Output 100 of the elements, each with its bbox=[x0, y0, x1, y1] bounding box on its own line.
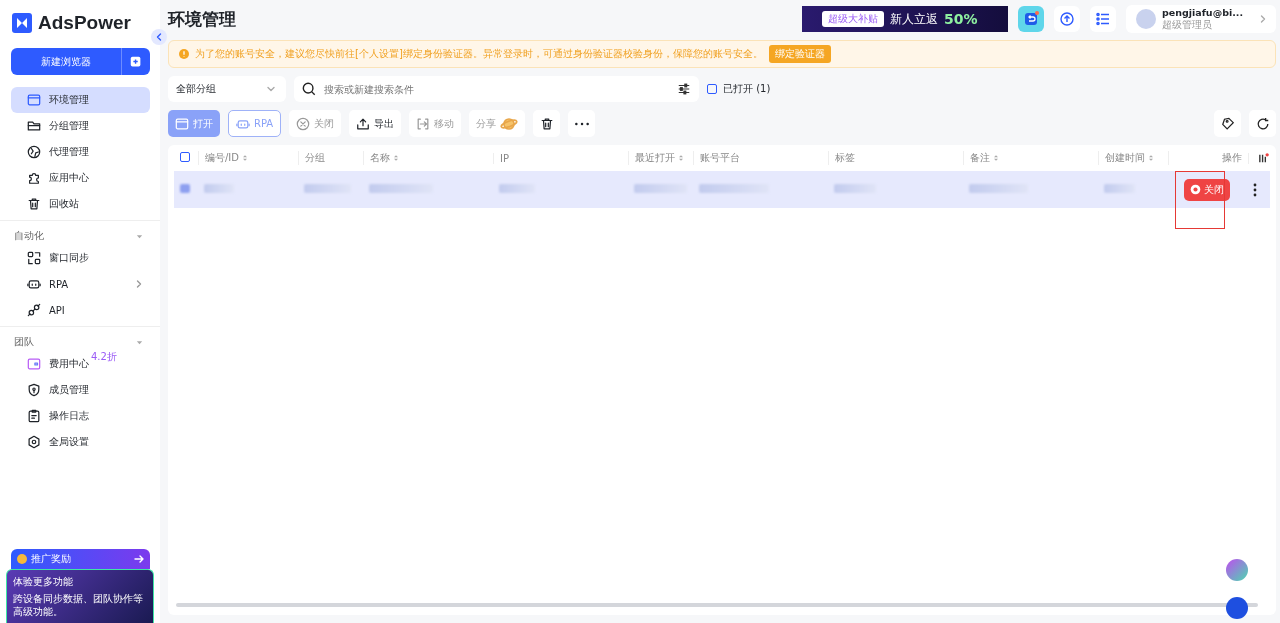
alert-text: 为了您的账号安全，建议您尽快前往[个人设置]绑定身份验证器。异常登录时，可通过身份验证器校验身份，保障您的账号安全。 bbox=[195, 47, 763, 61]
user-name: pengjiafu@bi... bbox=[1162, 7, 1243, 19]
trash-icon bbox=[27, 197, 41, 211]
column-header[interactable]: 创建时间 bbox=[1105, 151, 1155, 165]
redacted-block bbox=[204, 184, 234, 193]
arrow-right-icon bbox=[134, 554, 144, 564]
search-field[interactable]: 搜索或新建搜索条件 bbox=[322, 82, 671, 96]
clipboard-icon bbox=[27, 409, 41, 423]
filter-sliders-icon[interactable] bbox=[677, 82, 691, 96]
sort-icon bbox=[677, 154, 685, 162]
plug-icon bbox=[27, 303, 41, 317]
opened-only-checkbox[interactable]: 已打开 (1) bbox=[707, 82, 771, 96]
chevron-left-icon bbox=[154, 32, 164, 42]
column-settings-icon[interactable] bbox=[1258, 152, 1269, 164]
nav-item[interactable]: 代理管理 bbox=[11, 139, 150, 165]
nav-item[interactable]: API bbox=[11, 297, 150, 323]
refresh-button[interactable] bbox=[1249, 110, 1276, 137]
nav-item[interactable]: 窗口同步 bbox=[11, 245, 150, 271]
promo-title: 推广奖励 bbox=[31, 552, 71, 566]
promo-card-text: 跨设备同步数据、团队协作等高级功能。 bbox=[13, 592, 144, 618]
discount-label: 4.2折 bbox=[91, 351, 117, 363]
chevron-right-icon bbox=[1258, 14, 1268, 24]
nav-item[interactable]: 分组管理 bbox=[11, 113, 150, 139]
column-header[interactable]: 编号/ID bbox=[205, 151, 250, 165]
chevron-down-icon bbox=[266, 84, 276, 94]
redacted-block bbox=[369, 184, 433, 193]
close-browser-button[interactable]: 关闭 bbox=[1184, 178, 1230, 201]
nav-item[interactable]: 回收站 bbox=[11, 191, 150, 217]
logo-text: AdsPower bbox=[38, 12, 131, 34]
delete-button[interactable] bbox=[533, 110, 561, 137]
promo-card-title: 体验更多功能 bbox=[13, 575, 74, 589]
redacted-block bbox=[834, 184, 876, 193]
more-vertical-icon[interactable] bbox=[1253, 182, 1257, 197]
select-all-checkbox[interactable] bbox=[180, 152, 190, 162]
sort-icon bbox=[1147, 154, 1155, 162]
chevron-right-icon bbox=[134, 279, 144, 289]
discount-fab-button[interactable] bbox=[1226, 559, 1248, 581]
redacted-block bbox=[634, 184, 687, 193]
group-select[interactable]: 全部分组 bbox=[168, 76, 286, 102]
avatar-icon bbox=[1136, 9, 1156, 29]
promo-card[interactable]: 体验更多功能 跨设备同步数据、团队协作等高级功能。 bbox=[6, 569, 154, 623]
upload-circle-icon bbox=[1059, 11, 1075, 27]
refresh-icon bbox=[1255, 116, 1270, 131]
sync-icon bbox=[27, 251, 41, 265]
toolbar-button[interactable]: 导出 bbox=[349, 110, 402, 137]
redacted-block bbox=[180, 184, 190, 193]
browser-logo-icon bbox=[1190, 184, 1201, 195]
sort-icon bbox=[392, 154, 400, 162]
more-icon bbox=[574, 121, 589, 126]
wallet-icon bbox=[27, 357, 41, 371]
tag-icon bbox=[1220, 116, 1235, 131]
search-icon bbox=[302, 82, 316, 96]
collapse-sidebar-button[interactable] bbox=[151, 29, 167, 45]
promo-banner[interactable]: 超级大补贴 新人立返 50% bbox=[802, 6, 1008, 32]
section-title: 团队 bbox=[14, 335, 34, 349]
list-button[interactable] bbox=[1090, 6, 1116, 32]
nav-item[interactable]: 成员管理 bbox=[11, 377, 150, 403]
plus-square-icon bbox=[129, 54, 143, 69]
redacted-block bbox=[699, 184, 769, 193]
section-title: 自动化 bbox=[14, 229, 44, 243]
nav-item[interactable]: 环境管理 bbox=[11, 87, 150, 113]
upload-icon bbox=[356, 116, 371, 131]
scrollbar[interactable] bbox=[176, 603, 1258, 607]
coin-icon bbox=[17, 554, 27, 564]
column-header[interactable]: 名称 bbox=[370, 151, 400, 165]
hexagon-icon bbox=[27, 435, 41, 449]
app-button[interactable] bbox=[1018, 6, 1044, 32]
redacted-block bbox=[304, 184, 351, 193]
upload-button[interactable] bbox=[1054, 6, 1080, 32]
support-fab-button[interactable] bbox=[1226, 597, 1248, 619]
nav-item[interactable]: RPA bbox=[11, 271, 150, 297]
user-menu[interactable]: pengjiafu@bi... 超级管理员 bbox=[1126, 5, 1276, 33]
column-header: 分组 bbox=[305, 151, 325, 165]
x-circle-icon bbox=[296, 116, 311, 131]
move-icon bbox=[416, 116, 431, 131]
window-icon bbox=[27, 93, 41, 107]
trash-icon bbox=[539, 116, 554, 131]
globe-icon bbox=[27, 145, 41, 159]
nav-item[interactable]: 全局设置 bbox=[11, 429, 150, 455]
sort-icon bbox=[992, 154, 1000, 162]
page-title: 环境管理 bbox=[168, 7, 236, 31]
column-header: IP bbox=[500, 152, 509, 164]
promo-bar[interactable]: 推广奖励 bbox=[11, 549, 150, 569]
robot-icon bbox=[27, 277, 41, 291]
redacted-block bbox=[1104, 184, 1135, 193]
window-icon bbox=[175, 116, 189, 131]
warning-icon bbox=[179, 49, 189, 59]
user-role: 超级管理员 bbox=[1162, 19, 1213, 31]
column-header[interactable]: 最近打开 bbox=[635, 151, 685, 165]
puzzle-icon bbox=[27, 171, 41, 185]
tag-button[interactable] bbox=[1214, 110, 1241, 137]
column-header[interactable]: 备注 bbox=[970, 151, 1000, 165]
column-header: 标签 bbox=[835, 151, 855, 165]
redacted-block bbox=[969, 184, 1028, 193]
search-bar[interactable]: 搜索或新建搜索条件 bbox=[294, 76, 699, 102]
folder-icon bbox=[27, 119, 41, 133]
nav-item[interactable]: 应用中心 bbox=[11, 165, 150, 191]
nav-item[interactable]: 操作日志 bbox=[11, 403, 150, 429]
column-header: 账号平台 bbox=[700, 151, 740, 165]
table-row[interactable]: 关闭 bbox=[174, 171, 1270, 208]
